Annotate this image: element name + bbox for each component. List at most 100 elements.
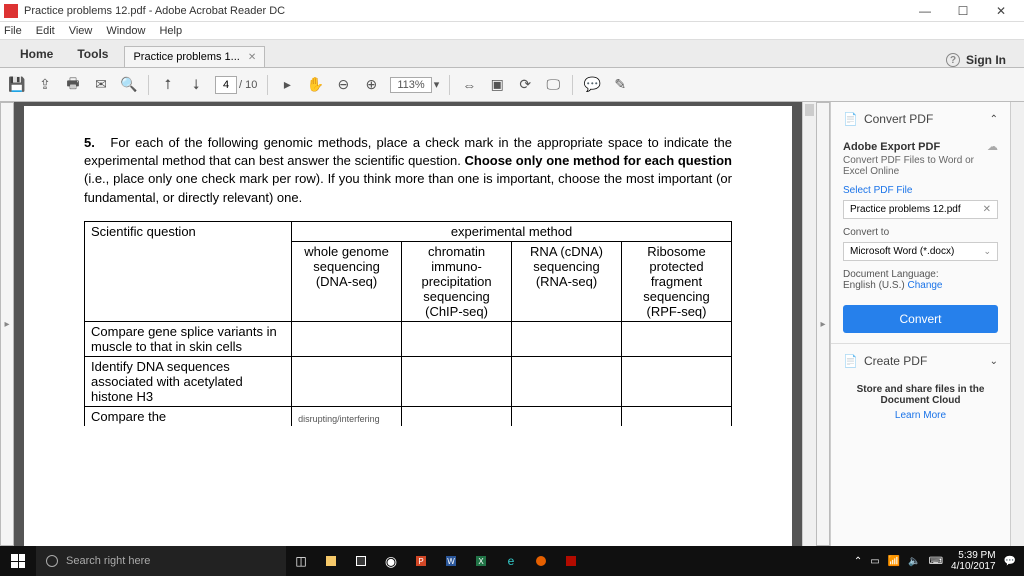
content-area: ▸ 5. For each of the following genomic m… bbox=[0, 102, 1024, 546]
read-mode-icon[interactable]: 🖵 bbox=[544, 76, 562, 94]
firefox-icon[interactable] bbox=[526, 546, 556, 576]
separator bbox=[267, 75, 268, 95]
tab-close-icon[interactable]: ✕ bbox=[248, 52, 256, 63]
search-placeholder: Search right here bbox=[66, 555, 150, 567]
mail-icon[interactable]: ✉ bbox=[92, 76, 110, 94]
tab-strip: Home Tools Practice problems 1... ✕ ? Si… bbox=[0, 40, 1024, 68]
hand-icon[interactable]: ✋ bbox=[306, 76, 324, 94]
titlebar: Practice problems 12.pdf - Adobe Acrobat… bbox=[0, 0, 1024, 22]
wifi-icon[interactable]: 📶 bbox=[888, 556, 900, 567]
question-number: 5. bbox=[84, 135, 95, 150]
expand-left-button[interactable]: ▸ bbox=[0, 102, 14, 546]
doc-scrollbar[interactable] bbox=[802, 102, 816, 546]
keyboard-icon[interactable]: ⌨ bbox=[929, 556, 943, 567]
doc-language: English (U.S.) Change bbox=[843, 280, 998, 291]
clock-date: 4/10/2017 bbox=[951, 561, 996, 572]
convert-pdf-header[interactable]: 📄 Convert PDF ⌃ bbox=[843, 112, 998, 126]
zoom-in-icon[interactable]: ⊕ bbox=[362, 76, 380, 94]
powerpoint-icon[interactable]: P bbox=[406, 546, 436, 576]
panel-scrollbar[interactable] bbox=[1010, 102, 1024, 546]
rotate-icon[interactable]: ⟳ bbox=[516, 76, 534, 94]
close-button[interactable]: ✕ bbox=[982, 0, 1020, 22]
battery-icon[interactable]: ▭ bbox=[870, 556, 879, 567]
selected-file[interactable]: Practice problems 12.pdf ✕ bbox=[843, 200, 998, 219]
menu-help[interactable]: Help bbox=[159, 25, 182, 37]
table-row: Compare the disrupting/interfering bbox=[85, 406, 732, 426]
convert-to-label: Convert to bbox=[843, 227, 998, 238]
tray-overflow-icon[interactable]: ⌃ bbox=[854, 556, 862, 567]
save-icon[interactable]: 💾 bbox=[8, 76, 26, 94]
menu-file[interactable]: File bbox=[4, 25, 22, 37]
page-up-icon[interactable]: ⭡ bbox=[159, 76, 177, 94]
fit-page-icon[interactable]: ▣ bbox=[488, 76, 506, 94]
create-pdf-header[interactable]: 📄 Create PDF ⌄ bbox=[843, 354, 998, 368]
zoom-level[interactable]: 113% ▾ bbox=[390, 77, 439, 93]
print-icon[interactable]: 🖶 bbox=[64, 76, 82, 94]
menu-bar: File Edit View Window Help bbox=[0, 22, 1024, 40]
comment-icon[interactable]: 💬 bbox=[583, 76, 601, 94]
app-icon bbox=[4, 4, 18, 18]
notifications-icon[interactable]: 💬 bbox=[1004, 556, 1016, 567]
menu-view[interactable]: View bbox=[69, 25, 93, 37]
tab-tools[interactable]: Tools bbox=[65, 41, 120, 67]
menu-window[interactable]: Window bbox=[106, 25, 145, 37]
toolbar: 💾 ⇪ 🖶 ✉ 🔍 ⭡ ⭣ / 10 ▸ ✋ ⊖ ⊕ 113% ▾ ⇔ ▣ ⟳ … bbox=[0, 68, 1024, 102]
pointer-icon[interactable]: ▸ bbox=[278, 76, 296, 94]
cloud-icon: ☁ bbox=[987, 140, 998, 153]
minimize-button[interactable]: — bbox=[906, 0, 944, 22]
taskbar-apps: ◫ ◉ P W X e bbox=[286, 546, 586, 576]
clear-file-icon[interactable]: ✕ bbox=[983, 204, 991, 215]
row3-question: Compare the bbox=[85, 406, 292, 426]
create-pdf-label: Create PDF bbox=[864, 354, 927, 368]
help-icon[interactable]: ? bbox=[946, 53, 960, 67]
convert-button[interactable]: Convert bbox=[843, 305, 998, 333]
maximize-button[interactable]: ☐ bbox=[944, 0, 982, 22]
change-language-link[interactable]: Change bbox=[907, 280, 942, 291]
page-current-input[interactable] bbox=[215, 76, 237, 94]
search-icon[interactable]: 🔍 bbox=[120, 76, 138, 94]
excel-icon[interactable]: X bbox=[466, 546, 496, 576]
export-icon[interactable]: ⇪ bbox=[36, 76, 54, 94]
volume-icon[interactable]: 🔈 bbox=[908, 556, 920, 567]
tab-home[interactable]: Home bbox=[8, 41, 65, 67]
chevron-down-icon: ⌄ bbox=[990, 356, 998, 367]
zoom-out-icon[interactable]: ⊖ bbox=[334, 76, 352, 94]
sign-in[interactable]: ? Sign In bbox=[936, 53, 1016, 67]
menu-edit[interactable]: Edit bbox=[36, 25, 55, 37]
word-icon[interactable]: W bbox=[436, 546, 466, 576]
expand-right-button[interactable]: ▸ bbox=[816, 102, 830, 546]
convert-pdf-icon: 📄 bbox=[843, 112, 858, 126]
separator bbox=[148, 75, 149, 95]
tab-document[interactable]: Practice problems 1... ✕ bbox=[124, 46, 265, 67]
chrome-icon[interactable]: ◉ bbox=[376, 546, 406, 576]
format-value: Microsoft Word (*.docx) bbox=[850, 246, 954, 257]
convert-pdf-section: 📄 Convert PDF ⌃ Adobe Export PDF ☁ Conve… bbox=[831, 102, 1010, 344]
start-button[interactable] bbox=[0, 554, 36, 568]
sign-icon[interactable]: ✎ bbox=[611, 76, 629, 94]
store-icon[interactable] bbox=[346, 546, 376, 576]
select-file-link[interactable]: Select PDF File bbox=[843, 185, 998, 196]
taskbar-search[interactable]: Search right here bbox=[36, 546, 286, 576]
format-select[interactable]: Microsoft Word (*.docx) ⌄ bbox=[843, 242, 998, 261]
cloud-promo: Store and share files in the Document Cl… bbox=[831, 378, 1010, 427]
col-question-header: Scientific question bbox=[85, 221, 292, 321]
chevron-up-icon: ⌃ bbox=[990, 114, 998, 125]
col-chip-seq: chromatin immuno-precipitation sequencin… bbox=[402, 241, 512, 321]
zoom-value: 113% bbox=[390, 77, 431, 93]
task-view-icon[interactable]: ◫ bbox=[286, 546, 316, 576]
system-tray: ⌃ ▭ 📶 🔈 ⌨ 5:39 PM 4/10/2017 💬 bbox=[846, 550, 1024, 572]
fit-width-icon[interactable]: ⇔ bbox=[460, 76, 478, 94]
separator bbox=[449, 75, 450, 95]
explorer-icon[interactable] bbox=[316, 546, 346, 576]
windows-icon bbox=[11, 554, 25, 568]
learn-more-link[interactable]: Learn More bbox=[843, 410, 998, 421]
create-pdf-section: 📄 Create PDF ⌄ bbox=[831, 344, 1010, 378]
edge-icon[interactable]: e bbox=[496, 546, 526, 576]
methods-table: Scientific question experimental method … bbox=[84, 221, 732, 426]
acrobat-icon[interactable] bbox=[556, 546, 586, 576]
col-experimental-header: experimental method bbox=[292, 221, 732, 241]
taskbar: Search right here ◫ ◉ P W X e ⌃ ▭ 📶 🔈 ⌨ … bbox=[0, 546, 1024, 576]
page-down-icon[interactable]: ⭣ bbox=[187, 76, 205, 94]
col-dna-seq: whole genome sequencing (DNA-seq) bbox=[292, 241, 402, 321]
clock[interactable]: 5:39 PM 4/10/2017 bbox=[951, 550, 996, 572]
